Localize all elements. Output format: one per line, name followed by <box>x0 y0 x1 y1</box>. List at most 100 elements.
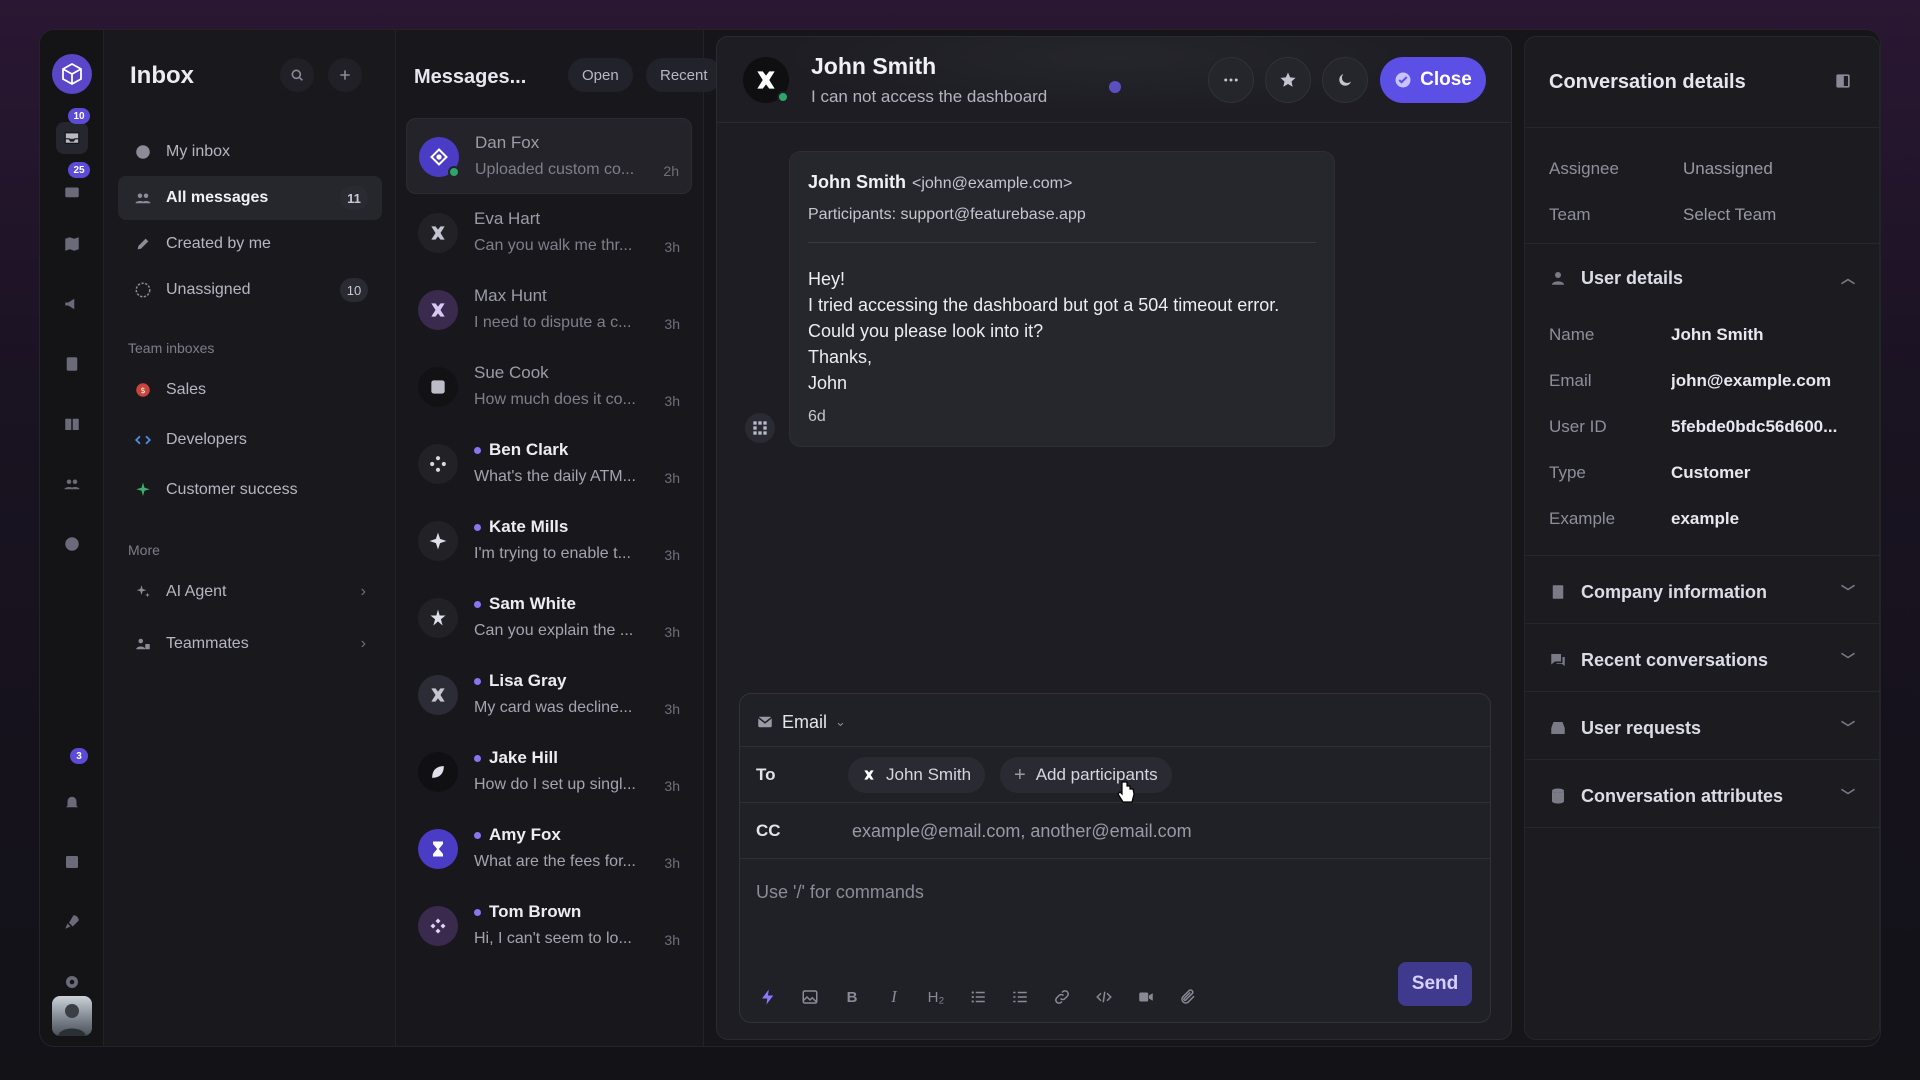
conversation-item[interactable]: Lisa Gray My card was decline... 3h <box>406 657 692 733</box>
nav-all-messages[interactable]: All messages 11 <box>118 176 382 220</box>
conversation-preview: Hi, I can't seem to lo... <box>474 930 632 947</box>
conversation-item[interactable]: Sue Cook How much does it co... 3h <box>406 349 692 425</box>
close-conversation-button[interactable]: Close <box>1380 57 1486 103</box>
chevron-up-icon: ︿ <box>1841 270 1855 286</box>
cc-input[interactable]: example@email.com, another@email.com <box>852 821 1192 842</box>
conversation-item[interactable]: Ben Clark What's the daily ATM... 3h <box>406 426 692 502</box>
tickets-badge: 25 <box>68 162 90 178</box>
nav-team-sales[interactable]: $ Sales <box>118 368 382 412</box>
add-participants-button[interactable]: + Add participants <box>1000 757 1172 793</box>
conversation-item[interactable]: Sam White Can you explain the ... 3h <box>406 580 692 656</box>
message-input[interactable]: Use '/' for commands <box>756 882 924 903</box>
more-options-button[interactable] <box>1208 57 1254 103</box>
code-icon[interactable] <box>1086 980 1122 1014</box>
nav-created-by-me[interactable]: Created by me <box>118 222 382 266</box>
book-icon[interactable] <box>56 408 88 440</box>
section-title: User requests <box>1581 717 1702 738</box>
globe-icon[interactable] <box>56 528 88 560</box>
settings-gear-icon[interactable] <box>56 966 88 998</box>
bold-icon[interactable]: B <box>834 980 870 1014</box>
nav-teammates[interactable]: Teammates › <box>118 622 382 666</box>
contact-avatar[interactable] <box>743 57 789 103</box>
link-icon[interactable] <box>1044 980 1080 1014</box>
assignee-label: Assignee <box>1549 159 1619 178</box>
conversation-item[interactable]: Jake Hill How do I set up singl... 3h <box>406 734 692 810</box>
hourglass-avatar-icon <box>418 829 458 869</box>
conversation-name: Eva Hart <box>474 209 541 228</box>
diamonds-avatar-icon <box>418 906 458 946</box>
x-logo-icon <box>864 770 874 780</box>
nav-team-customer-success[interactable]: Customer success <box>118 468 382 512</box>
x-logo-avatar-icon <box>418 290 458 330</box>
conversation-item[interactable]: Eva Hart Can you walk me thr... 3h <box>406 195 692 271</box>
italic-icon[interactable]: I <box>876 980 912 1014</box>
toggle-sidebar-icon[interactable] <box>1833 71 1853 96</box>
user-requests-section[interactable]: User requests ﹀ <box>1549 713 1855 743</box>
section-title: User details <box>1581 267 1684 288</box>
bullet-list-icon[interactable] <box>960 980 996 1014</box>
analytics-icon[interactable] <box>56 846 88 878</box>
nav-label: All messages <box>166 189 269 206</box>
message-line: John <box>808 373 848 393</box>
conversation-item[interactable]: Kate Mills I'm trying to enable t... 3h <box>406 503 692 579</box>
nav-label: Sales <box>166 381 207 398</box>
video-icon[interactable] <box>1128 980 1164 1014</box>
roadmap-icon[interactable] <box>56 228 88 260</box>
conversation-item[interactable]: Dan Fox Uploaded custom co... 2h <box>406 118 692 194</box>
new-conversation-button[interactable] <box>328 58 362 92</box>
more-heading: More <box>128 542 160 558</box>
user-avatar[interactable] <box>52 996 92 1036</box>
team-label: Team <box>1549 205 1591 224</box>
nav-my-inbox[interactable]: My inbox <box>118 130 382 174</box>
recent-conversations-section[interactable]: Recent conversations ﹀ <box>1549 645 1855 675</box>
users-icon[interactable] <box>56 468 88 500</box>
conversation-attributes-section[interactable]: Conversation attributes ﹀ <box>1549 781 1855 811</box>
search-button[interactable] <box>280 58 314 92</box>
conversation-name-row: Kate Mills <box>474 517 568 537</box>
lightning-icon[interactable] <box>750 980 786 1014</box>
nav-unassigned[interactable]: Unassigned 10 <box>118 268 382 312</box>
tickets-icon[interactable] <box>56 176 88 208</box>
send-button[interactable]: Send <box>1398 962 1472 1006</box>
recipient-chip[interactable]: John Smith <box>848 757 986 793</box>
conversation-name-row: Lisa Gray <box>474 671 567 691</box>
inbox-icon[interactable] <box>56 122 88 154</box>
field-value: example <box>1671 509 1740 528</box>
documents-icon[interactable] <box>56 348 88 380</box>
sort-filter[interactable]: Recent <box>646 58 722 92</box>
person-circle-icon <box>132 143 154 161</box>
conversation-name-row: Jake Hill <box>474 748 558 768</box>
cc-row[interactable]: CC example@email.com, another@email.com <box>740 802 1490 858</box>
assignee-select[interactable]: Unassigned <box>1683 159 1773 179</box>
nav-label: Teammates <box>166 635 249 652</box>
snooze-moon-button[interactable] <box>1322 57 1368 103</box>
megaphone-icon[interactable] <box>56 288 88 320</box>
image-icon[interactable] <box>792 980 828 1014</box>
message-line: Could you please look into it? <box>808 321 1044 341</box>
conversation-item[interactable]: Max Hunt I need to dispute a c... 3h <box>406 272 692 348</box>
conversation-preview: What are the fees for... <box>474 853 636 870</box>
channel-selector[interactable]: Email ⌄ <box>756 708 846 736</box>
status-filter[interactable]: Open <box>568 58 633 92</box>
conversation-preview: I need to dispute a c... <box>474 314 632 331</box>
numbered-list-icon[interactable] <box>1002 980 1038 1014</box>
team-select[interactable]: Select Team <box>1683 205 1776 225</box>
attachment-icon[interactable] <box>1170 980 1206 1014</box>
heading-icon[interactable]: H₂ <box>918 980 954 1014</box>
to-row: To John Smith + Add participants <box>740 746 1490 802</box>
sender-avatar-icon <box>745 413 775 443</box>
nav-team-developers[interactable]: Developers <box>118 418 382 462</box>
app-logo[interactable] <box>52 54 92 94</box>
icon-rail: 10 25 3 <box>40 30 104 1046</box>
nav-ai-agent[interactable]: AI Agent › <box>118 570 382 614</box>
company-information-section[interactable]: Company information ﹀ <box>1549 577 1855 607</box>
bell-icon[interactable] <box>56 786 88 818</box>
rocket-icon[interactable] <box>56 906 88 938</box>
field-value: Customer <box>1671 463 1751 482</box>
inbox-tray-icon <box>1549 719 1569 737</box>
user-details-header[interactable]: User details ︿ <box>1549 263 1855 293</box>
star-button[interactable] <box>1265 57 1311 103</box>
conversation-item[interactable]: Amy Fox What are the fees for... 3h <box>406 811 692 887</box>
conversation-preview: What's the daily ATM... <box>474 468 636 485</box>
conversation-item[interactable]: Tom Brown Hi, I can't seem to lo... 3h <box>406 888 692 964</box>
